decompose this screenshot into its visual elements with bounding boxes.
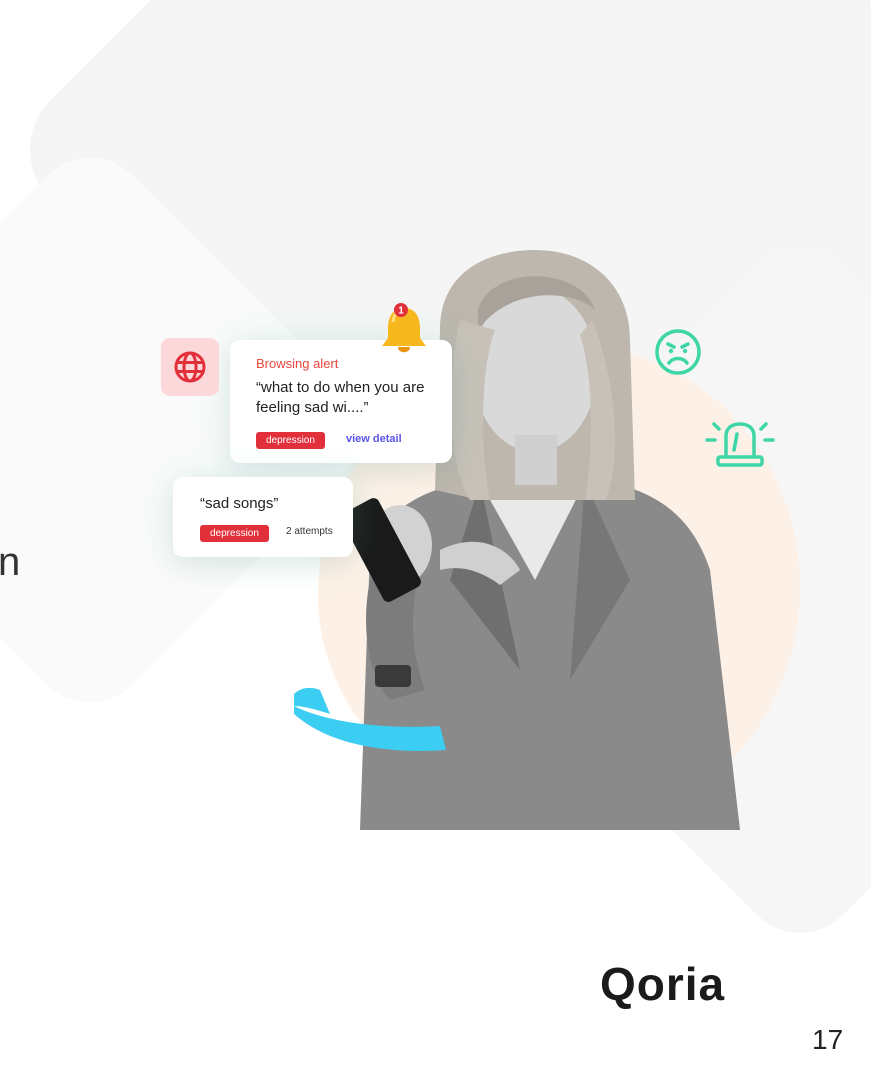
- notification-badge: 1: [398, 306, 404, 317]
- search-query-text: “sad songs”: [200, 495, 279, 512]
- page-number: 17: [812, 1024, 844, 1055]
- siren-icon: [705, 422, 775, 467]
- blue-swoosh-shape: [294, 687, 446, 751]
- bell-icon: 1: [382, 303, 426, 353]
- qoria-logo: Qoria: [600, 960, 762, 1008]
- logo-text: Qoria: [600, 958, 726, 1010]
- attempt-count: 2 attempts: [286, 526, 333, 537]
- search-query-text: “what to do when you are feeling sad wi.…: [256, 379, 425, 416]
- partial-heading-text: n: [0, 540, 21, 584]
- globe-icon: [174, 351, 206, 383]
- angry-face-icon: [655, 329, 701, 375]
- search-attempt-card[interactable]: “sad songs” depression 2 attempts: [173, 477, 353, 557]
- category-tag: depression: [256, 432, 325, 449]
- category-tag: depression: [200, 525, 269, 542]
- globe-icon-box: [161, 338, 219, 396]
- view-detail-link[interactable]: view detail: [346, 433, 402, 445]
- browsing-alert-card[interactable]: Browsing alert “what to do when you are …: [230, 340, 452, 463]
- browsing-alert-title: Browsing alert: [256, 356, 339, 371]
